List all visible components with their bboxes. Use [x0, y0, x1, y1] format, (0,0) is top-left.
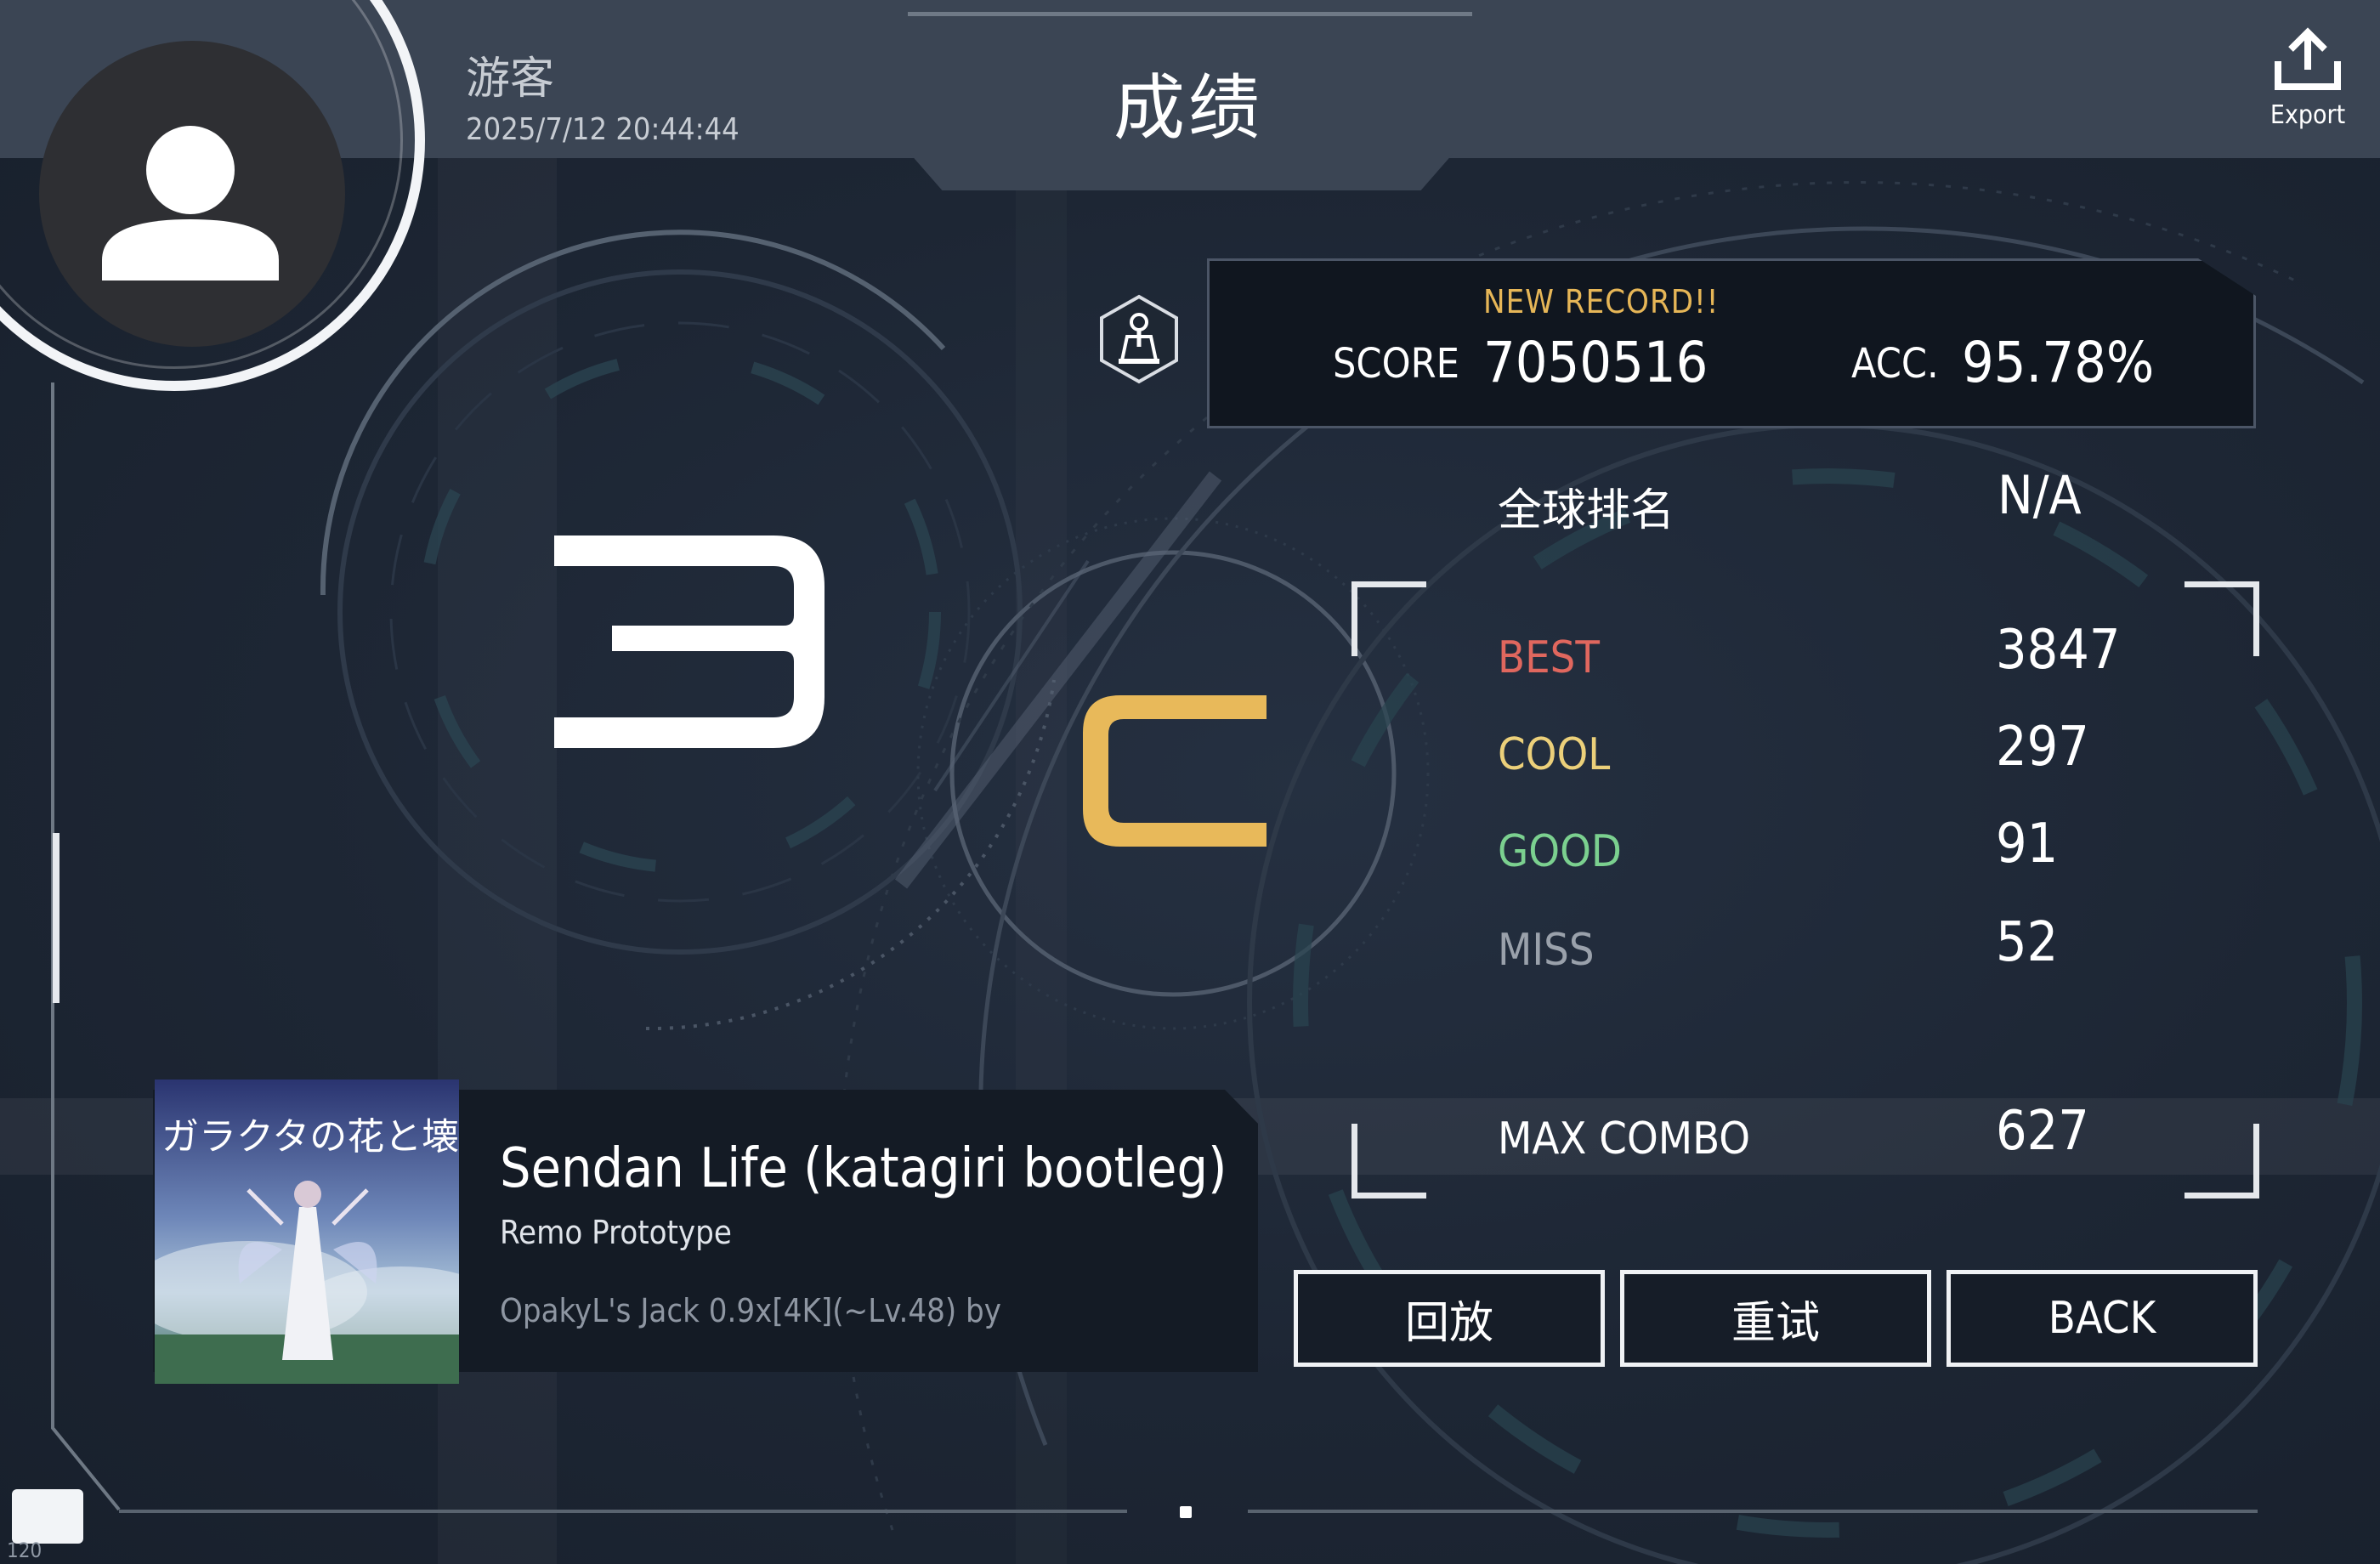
- upload-icon: [2275, 27, 2341, 90]
- result-screen: 游客 2025/7/12 20:44:44 成绩 Export NEW RECO…: [0, 0, 2380, 1564]
- play-datetime: 2025/7/12 20:44:44: [466, 112, 740, 147]
- score-label: SCORE: [1333, 340, 1459, 388]
- chart-info: OpakyL's Jack 0.9x[4K](~Lv.48) by: [500, 1292, 1001, 1329]
- song-title: Sendan Life (katagiri bootleg): [500, 1137, 1227, 1200]
- song-cover-art: ガラクタの花と壊れた世界: [155, 1080, 459, 1384]
- corner-label: 120: [7, 1538, 42, 1562]
- page-title: 成绩: [1114, 66, 1264, 150]
- rank-letter-glyph: [1083, 695, 1266, 847]
- max-combo-label: MAX COMBO: [1498, 1114, 1751, 1164]
- corner-widget[interactable]: [12, 1489, 83, 1544]
- cover-title: ガラクタの花と壊れた世界: [162, 1115, 459, 1159]
- frame-corner: [2184, 1124, 2259, 1198]
- footer-dot: [1180, 1506, 1192, 1518]
- user-icon: [102, 126, 279, 280]
- export-label[interactable]: Export: [2261, 100, 2354, 130]
- footer-divider: [1248, 1510, 2258, 1513]
- global-rank-label: 全球排名: [1498, 485, 1675, 536]
- frame-corner: [1352, 1124, 1426, 1198]
- best-count: 3847: [1996, 619, 2121, 682]
- retry-button[interactable]: 重试: [1620, 1270, 1931, 1367]
- key-mode-glyph: [554, 536, 824, 748]
- best-label: BEST: [1498, 632, 1600, 683]
- top-bar-notch: [910, 153, 1454, 190]
- accuracy-value: 95.78%: [1962, 330, 2155, 395]
- new-record-badge: NEW RECORD!!: [1483, 283, 1720, 320]
- frame-corner: [2184, 581, 2259, 656]
- cool-count: 297: [1996, 716, 2089, 779]
- joystick-mode-icon: [1100, 294, 1178, 384]
- miss-label: MISS: [1498, 925, 1595, 976]
- accuracy-label: ACC.: [1851, 340, 1939, 388]
- score-value: 7050516: [1483, 330, 1708, 395]
- avatar[interactable]: [39, 41, 345, 347]
- back-button[interactable]: BACK: [1946, 1270, 2258, 1367]
- top-divider: [908, 12, 1472, 16]
- good-count: 91: [1996, 813, 2059, 876]
- username: 游客: [466, 54, 555, 105]
- cool-label: COOL: [1498, 729, 1611, 780]
- frame-corner: [1352, 581, 1426, 656]
- miss-count: 52: [1996, 911, 2059, 974]
- good-label: GOOD: [1498, 826, 1622, 877]
- replay-button[interactable]: 回放: [1294, 1270, 1605, 1367]
- global-rank-value: N/A: [1998, 464, 2082, 526]
- song-artist: Remo Prototype: [500, 1214, 732, 1251]
- footer-divider: [119, 1510, 1127, 1513]
- max-combo-value: 627: [1996, 1100, 2089, 1163]
